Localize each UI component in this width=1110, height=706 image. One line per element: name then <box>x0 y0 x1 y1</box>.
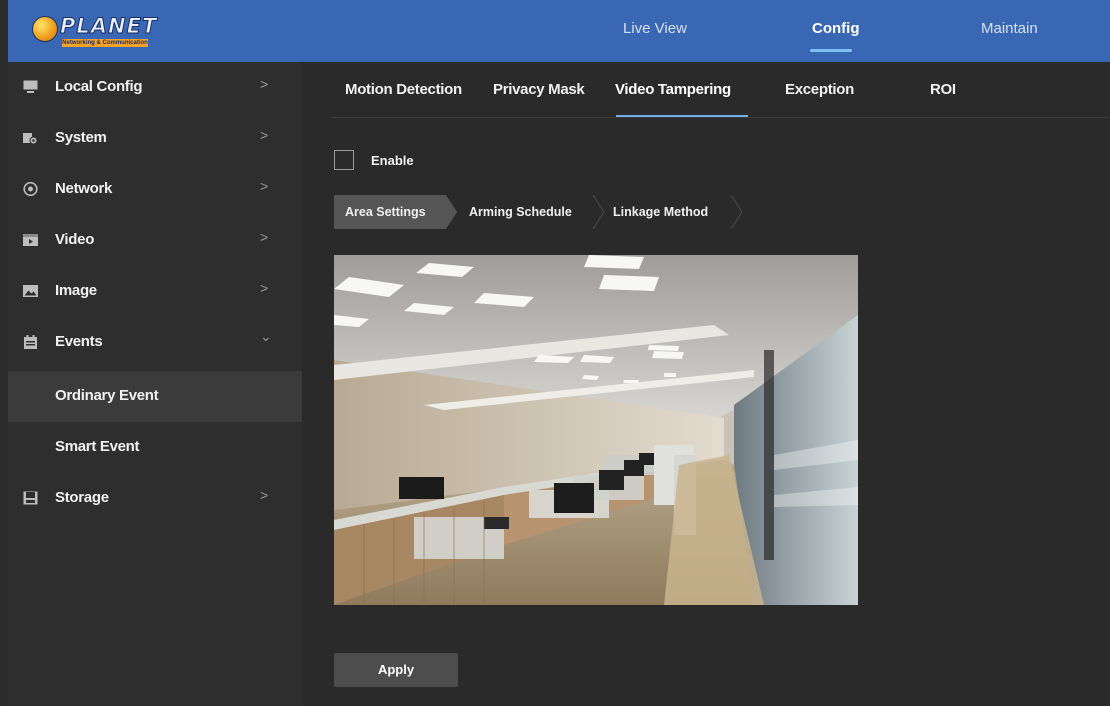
sidebar-item-ordinary-event[interactable]: Ordinary Event <box>8 371 302 422</box>
sidebar-item-local-config[interactable]: Local Config > <box>8 62 302 113</box>
sidebar-item-label: Network <box>55 180 113 197</box>
chevron-right-icon: > <box>260 487 269 503</box>
network-icon <box>23 181 38 197</box>
tab-video-tampering[interactable]: Video Tampering <box>615 81 731 98</box>
sidebar-item-label: System <box>55 129 107 146</box>
chevron-right-icon: > <box>260 280 269 296</box>
sidebar-item-events[interactable]: Events ⌄ <box>8 317 302 368</box>
sidebar: Local Config > System > Network > Video … <box>8 62 302 706</box>
main-panel: Motion Detection Privacy Mask Video Tamp… <box>302 62 1110 706</box>
monitor-icon <box>23 80 38 94</box>
planet-logo: PLANET Networking & Communication <box>32 14 157 48</box>
chevron-right-icon: > <box>260 178 269 194</box>
step-linkage-method[interactable]: Linkage Method <box>613 195 708 229</box>
apply-button[interactable]: Apply <box>334 653 458 687</box>
top-bar: PLANET Networking & Communication <box>8 0 1110 62</box>
tab-motion-detection[interactable]: Motion Detection <box>345 81 462 98</box>
nav-maintain[interactable]: Maintain <box>981 20 1038 37</box>
events-icon <box>23 335 38 349</box>
tab-exception[interactable]: Exception <box>785 81 854 98</box>
sidebar-item-system[interactable]: System > <box>8 113 302 164</box>
sidebar-item-image[interactable]: Image > <box>8 266 302 317</box>
storage-icon <box>23 491 38 505</box>
step-arming-schedule[interactable]: Arming Schedule <box>469 195 572 229</box>
enable-checkbox[interactable] <box>334 150 354 170</box>
logo-globe-icon <box>32 16 58 42</box>
chevron-right-icon: > <box>260 127 269 143</box>
sidebar-item-network[interactable]: Network > <box>8 164 302 215</box>
tab-roi[interactable]: ROI <box>930 81 956 98</box>
sidebar-item-label: Image <box>55 282 97 299</box>
sidebar-item-label: Video <box>55 231 95 248</box>
sidebar-item-smart-event[interactable]: Smart Event <box>8 422 302 473</box>
video-preview[interactable] <box>334 255 858 605</box>
tab-active-indicator <box>616 115 748 117</box>
system-icon <box>23 131 38 145</box>
image-icon <box>23 284 38 298</box>
sidebar-item-label: Storage <box>55 489 109 506</box>
nav-live-view[interactable]: Live View <box>623 20 687 37</box>
step-area-settings[interactable]: Area Settings <box>334 195 446 229</box>
nav-active-indicator <box>810 49 852 52</box>
enable-label: Enable <box>371 153 414 168</box>
tab-privacy-mask[interactable]: Privacy Mask <box>493 81 585 98</box>
logo-tagline: Networking & Communication <box>62 39 148 47</box>
chevron-down-icon: ⌄ <box>260 328 272 344</box>
office-scene-image <box>334 255 858 605</box>
video-icon <box>23 233 38 247</box>
sidebar-item-label: Smart Event <box>55 438 140 455</box>
sidebar-item-storage[interactable]: Storage > <box>8 473 302 524</box>
nav-config[interactable]: Config <box>812 20 859 37</box>
sidebar-item-label: Events <box>55 333 103 350</box>
sidebar-item-label: Local Config <box>55 78 143 95</box>
chevron-right-icon: > <box>260 76 269 92</box>
tab-divider <box>332 117 1110 118</box>
sidebar-item-label: Ordinary Event <box>55 387 159 404</box>
logo-text: PLANET <box>59 14 158 39</box>
chevron-right-icon: > <box>260 229 269 245</box>
sidebar-item-video[interactable]: Video > <box>8 215 302 266</box>
